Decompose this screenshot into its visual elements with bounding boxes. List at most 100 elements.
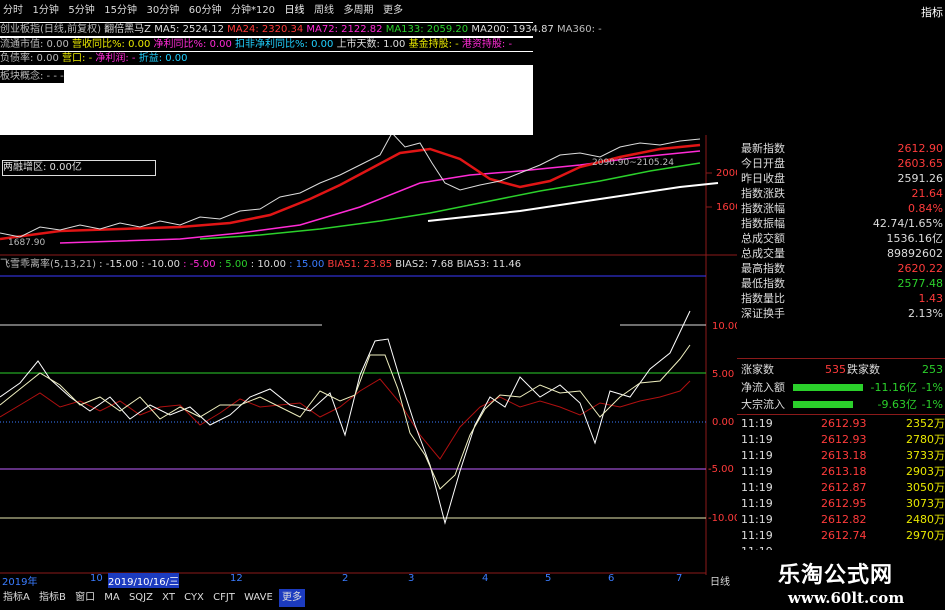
stat-value: 0.84% [908, 202, 943, 215]
tab-120min[interactable]: 分钟*120 [228, 0, 278, 22]
stat-row: 指数涨跌 21.64 [741, 186, 945, 201]
stat-value: 1536.16亿 [886, 232, 944, 245]
tick-volume: 3050万 [906, 481, 945, 494]
tab-fenshi[interactable]: 分时 [0, 0, 26, 22]
date-label: 3 [408, 573, 415, 584]
bias3-value: BIAS3: 11.46 [456, 259, 522, 270]
fund-holding: 基金持股: - [408, 39, 459, 50]
tick-price: 2613.18 [821, 449, 867, 462]
date-axis: 2019年 10 2019/10/16/三 12 2 3 4 5 6 7 日线 [0, 573, 738, 588]
bottom-tab-bar: 指标A 指标B 窗口 MA SQJZ XT CYX CFJT WAVE 更多 [0, 589, 738, 609]
tab-weekly[interactable]: 周线 [311, 0, 337, 22]
tick-time: 11:19 [741, 417, 773, 430]
indicator-name[interactable]: 翻倍黑马Z [104, 24, 151, 35]
tab-cyx[interactable]: CYX [181, 589, 207, 607]
tab-cfjt[interactable]: CFJT [210, 589, 238, 607]
tick-row: 11:19 2612.93 2352万 [741, 416, 945, 431]
tab-xt[interactable]: XT [159, 589, 178, 607]
tick-row: 11:19 2612.93 2780万 [741, 432, 945, 447]
margin-financing-box: 两融增区: 0.00亿 [2, 160, 156, 176]
tab-more-bottom[interactable]: 更多 [278, 589, 305, 607]
ma200-value: MA200: 1934.87 [471, 24, 554, 35]
period-tab-bar: 分时 1分钟 5分钟 15分钟 30分钟 60分钟 分钟*120 日线 周线 多… [0, 0, 945, 22]
ma133-value: MA133: 2059.20 [385, 24, 469, 35]
tick-time: 11:19 [741, 433, 773, 446]
scale-10: 10.00 [712, 321, 738, 332]
stat-row: 今日开盘 2603.65 [741, 156, 945, 171]
period-label[interactable]: 日线 [710, 573, 730, 588]
sector-concept-line: 板块概念: - - - [0, 70, 64, 83]
tick-price: 2613.18 [821, 465, 867, 478]
flow-bar [793, 384, 863, 391]
price-candles-line [0, 135, 701, 238]
tick-volume: 2970万 [906, 529, 945, 542]
stat-value: 2591.26 [897, 172, 944, 185]
tab-wave[interactable]: WAVE [241, 589, 276, 607]
low-price-label: 1687.90 [8, 238, 45, 248]
tab-60min[interactable]: 60分钟 [186, 0, 225, 22]
tick-time: 11:19 [741, 481, 773, 494]
discount: 折益: 0.00 [138, 53, 188, 64]
tab-ma[interactable]: MA [101, 589, 122, 607]
stat-row: 深证换手 2.13% [741, 306, 945, 321]
date-label: 5 [545, 573, 552, 584]
stat-row: 总成交额 1536.16亿 [741, 231, 945, 246]
stat-label: 最新指数 [741, 142, 785, 155]
tick-row: 11:19 2613.18 3733万 [741, 448, 945, 463]
tab-15min[interactable]: 15分钟 [101, 0, 140, 22]
down-count-label: 跌家数 [847, 363, 880, 376]
tick-volume: 3073万 [906, 497, 945, 510]
tab-30min[interactable]: 30分钟 [143, 0, 182, 22]
tick-row: 11:19 2613.18 2903万 [741, 464, 945, 479]
date-label: 7 [676, 573, 683, 584]
quote-panel: 最新指数 2612.90 今日开盘 2603.65 昨日收盘 2591.26 指数涨跌 21.… [737, 140, 945, 610]
ref-value-minus5: : -5.00 [183, 259, 216, 270]
tab-indicator-a[interactable]: 指标A [0, 589, 33, 607]
price-label-1600: 1600 [716, 202, 738, 213]
stat-label: 最低指数 [741, 277, 785, 290]
index-button[interactable]: 指标 [919, 4, 945, 20]
date-label: 12 [230, 573, 243, 584]
scale-5: 5.00 [712, 369, 734, 380]
ma5-value: MA5: 2524.12 [154, 24, 224, 35]
watermark-url: www.60lt.com [788, 589, 905, 607]
trend-line [427, 182, 719, 222]
tab-1min[interactable]: 1分钟 [30, 0, 62, 22]
range-label: 2090.90~2105.24 [592, 158, 674, 168]
stat-value: 21.64 [911, 187, 944, 200]
bias1-value: BIAS1: 23.85 [327, 259, 393, 270]
tick-volume: 3733万 [906, 449, 945, 462]
tab-5min[interactable]: 5分钟 [65, 0, 97, 22]
stat-value: 89892602 [887, 247, 943, 260]
tab-indicator-b[interactable]: 指标B [36, 589, 69, 607]
stat-label: 总成交量 [741, 247, 785, 260]
tick-row: 11:19 2612.95 3073万 [741, 496, 945, 511]
scale-0: 0.00 [712, 417, 734, 428]
tab-multi-period[interactable]: 多周期 [341, 0, 377, 22]
tick-row: 11:19 2612.74 2970万 [741, 528, 945, 543]
up-count-value: 535 [825, 363, 846, 376]
ref-value-15: : 15.00 [289, 259, 325, 270]
camp: 营口: - [62, 53, 93, 64]
indicator-title[interactable]: 飞雪乖离率(5,13,21) [0, 259, 96, 270]
fin-info-line-1: 流通市值: 0.00 营收同比%: 0.00 净利同比%: 0.00 扣非净利同… [0, 38, 533, 51]
stat-value: 42.74/1.65% [872, 217, 943, 230]
stat-row: 总成交量 89892602 [741, 246, 945, 261]
flow-pct: -1% [921, 398, 943, 411]
flow-bar [793, 401, 853, 408]
watermark: 乐淘公式网 www.60lt.com [738, 550, 945, 609]
tab-sqjz[interactable]: SQJZ [126, 589, 156, 607]
date-label: 4 [482, 573, 489, 584]
stat-label: 深证换手 [741, 307, 785, 320]
tick-time: 11:19 [741, 513, 773, 526]
tick-price: 2612.93 [821, 433, 867, 446]
tab-more[interactable]: 更多 [380, 0, 406, 22]
ma360-value: MA360: - [557, 24, 602, 35]
stat-value: 2620.22 [897, 262, 944, 275]
ma72-value: MA72: 2122.82 [306, 24, 383, 35]
stat-label: 总成交额 [741, 232, 785, 245]
flow-pct: -1% [921, 381, 943, 394]
tab-window[interactable]: 窗口 [72, 589, 98, 607]
tab-daily[interactable]: 日线 [282, 0, 308, 22]
bias2-line [0, 310, 691, 525]
